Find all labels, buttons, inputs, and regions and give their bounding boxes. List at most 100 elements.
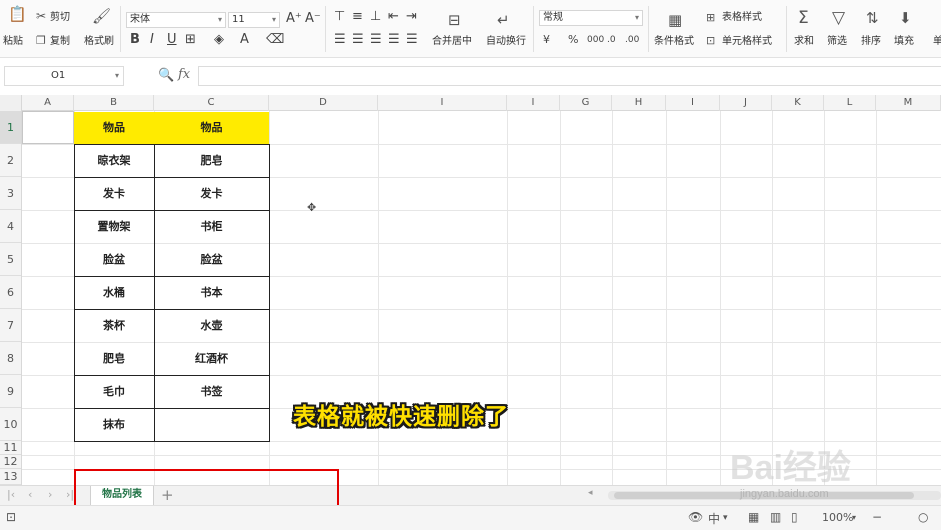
- sort-button[interactable]: 排序: [861, 36, 881, 48]
- column-header[interactable]: J: [720, 95, 772, 111]
- conditional-format-icon[interactable]: ▦: [668, 12, 682, 28]
- column-header[interactable]: B: [74, 95, 154, 111]
- align-left-icon[interactable]: ☰: [334, 33, 346, 47]
- table-cell[interactable]: 置物架: [74, 211, 154, 243]
- paste-icon[interactable]: 📋: [8, 6, 27, 22]
- justify-icon[interactable]: ☰: [388, 33, 400, 47]
- italic-icon[interactable]: I: [150, 33, 154, 47]
- table-cell[interactable]: 脸盆: [74, 244, 154, 276]
- row-header[interactable]: 4: [0, 210, 21, 243]
- underline-icon[interactable]: U: [167, 33, 177, 47]
- sort-icon[interactable]: ⇅: [866, 10, 879, 26]
- sum-button[interactable]: 求和: [794, 36, 814, 48]
- row-header[interactable]: 1: [0, 111, 21, 144]
- row-header[interactable]: 7: [0, 309, 21, 342]
- align-middle-icon[interactable]: ≡: [352, 10, 363, 24]
- row-header[interactable]: 8: [0, 342, 21, 375]
- input-mode-label[interactable]: 中: [708, 510, 720, 527]
- table-style-icon[interactable]: ⊞: [706, 10, 715, 26]
- column-header[interactable]: H: [612, 95, 666, 111]
- decrease-decimal-icon[interactable]: .00: [625, 33, 639, 47]
- row-header[interactable]: 13: [0, 469, 21, 485]
- next-sheet-icon[interactable]: ›: [48, 488, 52, 501]
- wrap-text-button[interactable]: 自动换行: [486, 36, 526, 48]
- copy-button[interactable]: 复制: [50, 36, 70, 48]
- wrap-text-icon[interactable]: ↵: [497, 12, 510, 28]
- align-right-icon[interactable]: ☰: [370, 33, 382, 47]
- last-sheet-icon[interactable]: ›|: [66, 488, 74, 501]
- normal-view-icon[interactable]: ▦: [748, 510, 759, 524]
- macro-record-icon[interactable]: ⊡: [6, 510, 16, 524]
- column-header[interactable]: G: [560, 95, 612, 111]
- row-header[interactable]: 9: [0, 375, 21, 408]
- table-cell[interactable]: 毛巾: [74, 376, 154, 408]
- row-header[interactable]: 5: [0, 243, 21, 276]
- column-header[interactable]: D: [269, 95, 378, 111]
- page-break-icon[interactable]: ▯: [791, 510, 798, 524]
- row-header[interactable]: 12: [0, 455, 21, 469]
- indent-increase-icon[interactable]: ⇥: [406, 10, 417, 24]
- font-color-icon[interactable]: A: [240, 33, 249, 47]
- magnifier-icon[interactable]: 🔍: [158, 68, 174, 83]
- select-all-corner[interactable]: [0, 95, 22, 111]
- table-cell[interactable]: 书签: [154, 376, 269, 408]
- increase-font-icon[interactable]: A⁺: [286, 12, 302, 26]
- font-name-select[interactable]: 宋体 ▾: [126, 12, 226, 28]
- font-size-select[interactable]: 11 ▾: [228, 12, 280, 28]
- formula-input[interactable]: [198, 66, 941, 86]
- indent-decrease-icon[interactable]: ⇤: [388, 10, 399, 24]
- scissors-icon[interactable]: ✂: [36, 8, 46, 24]
- table-header-cell[interactable]: 物品: [154, 112, 269, 144]
- format-painter-button[interactable]: 格式刷: [84, 36, 114, 48]
- cell-style-icon[interactable]: ⊡: [706, 33, 715, 49]
- table-header-cell[interactable]: 物品: [74, 112, 154, 144]
- filter-button[interactable]: 筛选: [827, 36, 847, 48]
- row-header[interactable]: 3: [0, 177, 21, 210]
- cell-style-button[interactable]: 单元格样式: [722, 36, 772, 48]
- table-cell[interactable]: 发卡: [154, 178, 269, 210]
- currency-icon[interactable]: ¥: [543, 33, 550, 47]
- increase-decimal-icon[interactable]: .0: [607, 33, 616, 47]
- page-layout-icon[interactable]: ▥: [770, 510, 781, 524]
- align-top-icon[interactable]: ⊤: [334, 10, 345, 24]
- prev-sheet-icon[interactable]: ‹: [28, 488, 32, 501]
- cut-button[interactable]: 剪切: [50, 12, 70, 24]
- format-painter-icon[interactable]: 🖌: [92, 8, 111, 24]
- column-header[interactable]: K: [772, 95, 824, 111]
- scroll-left-icon[interactable]: ◂: [588, 488, 593, 498]
- distributed-icon[interactable]: ☰: [406, 33, 418, 47]
- bold-icon[interactable]: B: [130, 33, 140, 47]
- decrease-font-icon[interactable]: A⁻: [305, 12, 321, 26]
- percent-icon[interactable]: %: [568, 33, 578, 47]
- table-cell[interactable]: 抹布: [74, 409, 154, 441]
- copy-icon[interactable]: ❐: [36, 33, 46, 49]
- merge-center-button[interactable]: 合并居中: [432, 36, 472, 48]
- row-header[interactable]: 6: [0, 276, 21, 309]
- table-cell[interactable]: 晾衣架: [74, 145, 154, 177]
- table-cell[interactable]: 水壶: [154, 310, 269, 342]
- filter-icon[interactable]: ▽: [832, 10, 845, 27]
- column-header[interactable]: I: [666, 95, 720, 111]
- selected-cell[interactable]: [22, 111, 74, 144]
- sum-icon[interactable]: Σ: [798, 10, 809, 27]
- column-header[interactable]: I: [378, 95, 507, 111]
- zoom-in-icon[interactable]: ○: [918, 510, 928, 524]
- table-cell[interactable]: [154, 409, 269, 441]
- clear-format-icon[interactable]: ⌫: [266, 33, 284, 47]
- merge-center-icon[interactable]: ⊟: [448, 12, 461, 28]
- table-cell[interactable]: 红酒杯: [154, 343, 269, 375]
- align-bottom-icon[interactable]: ⊥: [370, 10, 381, 24]
- first-sheet-icon[interactable]: |‹: [7, 488, 15, 501]
- row-header[interactable]: 2: [0, 144, 21, 177]
- thousands-icon[interactable]: 000: [587, 33, 604, 47]
- fill-color-icon[interactable]: ◈: [214, 33, 224, 47]
- table-cell[interactable]: 茶杯: [74, 310, 154, 342]
- number-format-select[interactable]: 常规 ▾: [539, 10, 643, 26]
- table-cell[interactable]: 书本: [154, 277, 269, 309]
- table-cell[interactable]: 肥皂: [154, 145, 269, 177]
- table-cell[interactable]: 脸盆: [154, 244, 269, 276]
- column-header[interactable]: M: [876, 95, 941, 111]
- table-cell[interactable]: 水桶: [74, 277, 154, 309]
- name-box[interactable]: O1 ▾: [4, 66, 124, 86]
- table-style-button[interactable]: 表格样式: [722, 12, 762, 24]
